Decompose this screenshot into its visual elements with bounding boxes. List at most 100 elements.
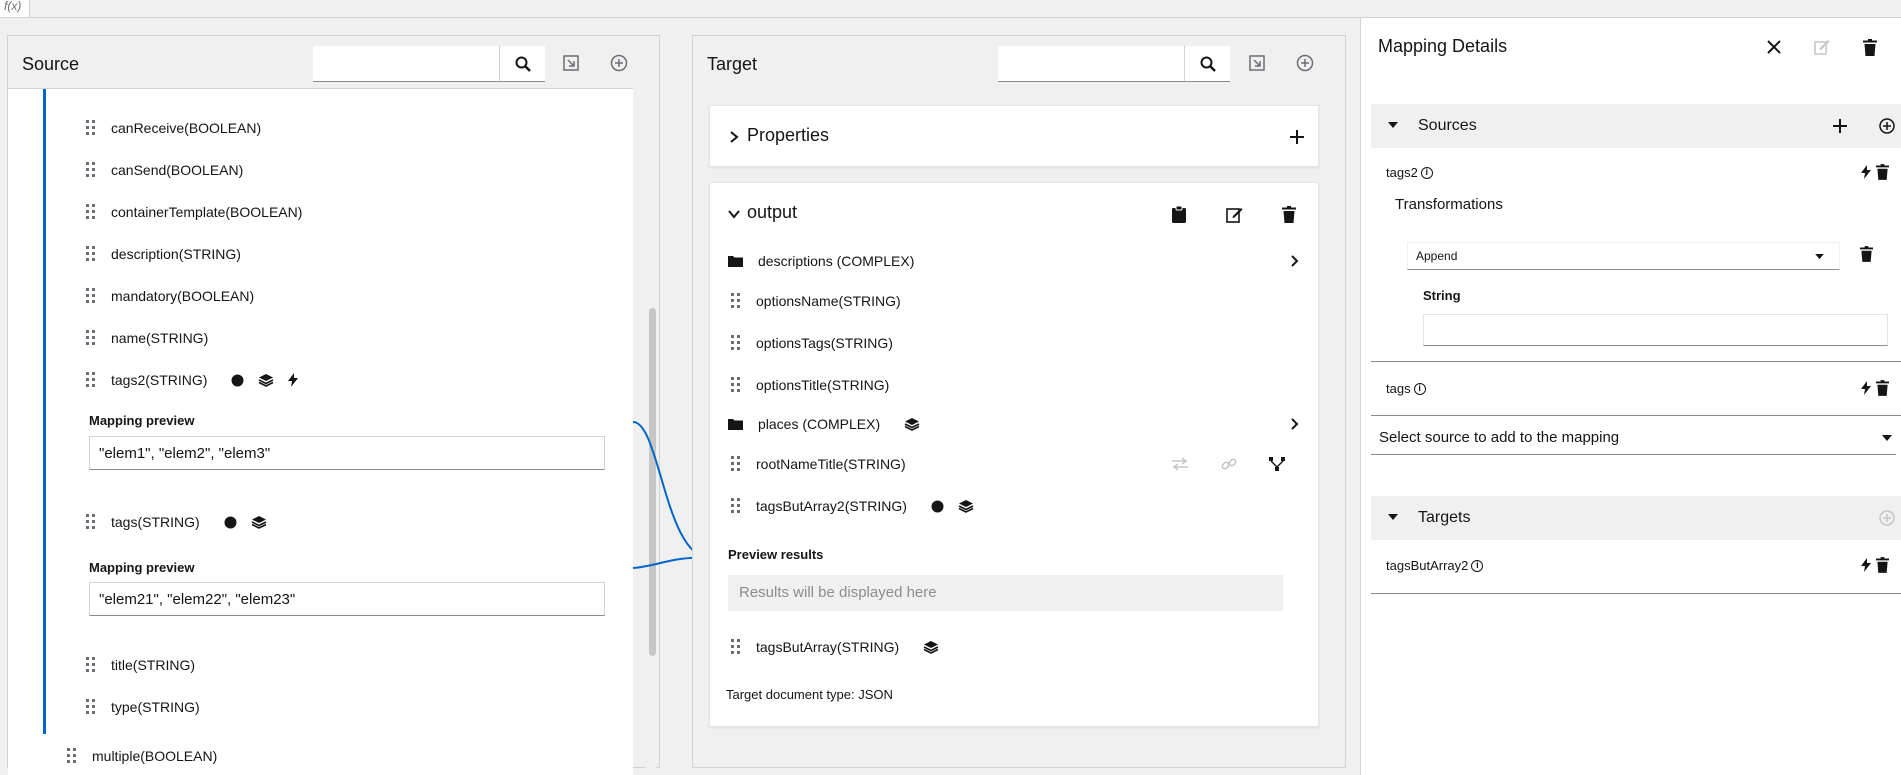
folder-icon	[728, 416, 744, 432]
source-name: tags2 i	[1386, 165, 1433, 180]
output-card: output descriptions (COMPLEX) optionsNam…	[709, 182, 1319, 727]
drag-handle-icon[interactable]	[728, 335, 744, 351]
source-name-label: tags2	[1386, 165, 1418, 180]
target-field[interactable]: optionsName(STRING)	[728, 289, 901, 313]
output-title: output	[747, 202, 798, 222]
target-import-icon[interactable]	[1245, 51, 1269, 75]
add-property-icon[interactable]	[1286, 126, 1308, 148]
lightning-icon[interactable]	[1859, 556, 1873, 574]
chevron-right-icon[interactable]	[1289, 255, 1301, 267]
drag-handle-icon[interactable]	[728, 639, 744, 655]
source-name-label: tags	[1386, 381, 1411, 396]
target-panel: Target Properties output descriptions (C…	[692, 35, 1346, 768]
drag-handle-icon[interactable]	[728, 498, 744, 514]
details-title: Mapping Details	[1378, 36, 1508, 56]
caret-down-icon[interactable]	[1388, 122, 1398, 129]
target-field[interactable]: optionsTags(STRING)	[728, 331, 893, 355]
field-label: descriptions (COMPLEX)	[758, 253, 915, 269]
mapping-details-panel: Mapping Details Sources tags2 i Transfor…	[1360, 18, 1901, 775]
lightning-icon[interactable]	[1859, 163, 1873, 181]
mapping-canvas: Source canReceive(BOOLEAN) canSend(BOOLE…	[0, 18, 1360, 775]
top-strip: f(x)	[0, 0, 1901, 18]
trash-icon[interactable]	[1278, 203, 1300, 225]
targets-title: Targets	[1418, 509, 1471, 526]
target-field-descriptions[interactable]: descriptions (COMPLEX)	[728, 249, 914, 273]
chevron-down-icon[interactable]	[727, 207, 741, 221]
transformation-select[interactable]: Append	[1407, 242, 1840, 270]
target-header: Target	[693, 36, 1345, 88]
info-icon[interactable]: i	[1471, 559, 1484, 572]
drag-handle-icon[interactable]	[728, 456, 744, 472]
info-icon[interactable]: i	[1420, 166, 1433, 179]
transformation-value: Append	[1416, 249, 1458, 263]
layers-icon	[923, 640, 939, 654]
source-mapping-tags: tags i	[1371, 362, 1901, 416]
caret-down-icon	[1815, 254, 1824, 260]
drag-handle-icon[interactable]	[728, 377, 744, 393]
target-add-icon[interactable]	[1293, 51, 1317, 75]
mapping-tree-icon[interactable]	[1266, 454, 1288, 474]
preview-results-box: Results will be displayed here	[728, 575, 1283, 611]
string-param-label: String	[1423, 288, 1461, 303]
sources-title: Sources	[1418, 117, 1477, 134]
drag-handle-icon[interactable]	[728, 293, 744, 309]
chevron-right-icon[interactable]	[1289, 418, 1301, 430]
source-mapping-tags2: tags2 i Transformations Append String	[1371, 148, 1901, 362]
edit-icon[interactable]	[1223, 203, 1245, 225]
transformations-label: Transformations	[1395, 196, 1503, 213]
properties-title: Properties	[747, 125, 830, 145]
target-mapping-tagsButArray2: tagsButArray2 i	[1371, 540, 1901, 594]
fx-tab[interactable]: f(x)	[0, 0, 31, 17]
add-source-icon[interactable]	[1829, 115, 1851, 137]
target-search	[998, 46, 1230, 82]
delete-mapping-icon[interactable]	[1857, 34, 1883, 60]
target-field-rootNameTitle[interactable]: rootNameTitle(STRING)	[728, 452, 906, 476]
target-field-places[interactable]: places (COMPLEX)	[728, 412, 920, 436]
swap-icon[interactable]	[1169, 454, 1191, 474]
target-search-button[interactable]	[1184, 46, 1230, 81]
layers-icon	[958, 499, 974, 513]
add-circle-icon[interactable]	[1876, 507, 1898, 529]
field-label: tagsButArray2(STRING)	[756, 498, 907, 514]
field-label: rootNameTitle(STRING)	[756, 456, 906, 472]
field-label: places (COMPLEX)	[758, 416, 881, 432]
caret-down-icon	[1882, 435, 1892, 441]
layers-icon	[904, 417, 920, 431]
chevron-right-icon[interactable]	[727, 130, 741, 144]
caret-down-icon[interactable]	[1388, 514, 1398, 521]
target-search-input[interactable]	[998, 46, 1184, 81]
field-label: tagsButArray(STRING)	[756, 639, 900, 655]
mapping-lines	[632, 421, 711, 569]
source-name: tags i	[1386, 381, 1426, 396]
link-icon[interactable]	[1218, 454, 1240, 474]
close-icon[interactable]	[1761, 34, 1787, 60]
search-icon	[1200, 56, 1216, 72]
target-doc-type: Target document type: JSON	[726, 687, 893, 702]
properties-card[interactable]: Properties	[709, 105, 1319, 167]
target-field[interactable]: optionsTitle(STRING)	[728, 373, 889, 397]
mapped-dot-icon	[931, 500, 944, 513]
info-icon[interactable]: i	[1413, 382, 1426, 395]
target-field-tagsButArray2[interactable]: tagsButArray2(STRING)	[728, 494, 974, 518]
sources-section-header[interactable]: Sources	[1371, 104, 1901, 148]
trash-icon[interactable]	[1874, 379, 1890, 397]
field-label: optionsName(STRING)	[756, 293, 901, 309]
lightning-icon[interactable]	[1859, 379, 1873, 397]
targets-section-header[interactable]: Targets	[1371, 496, 1901, 540]
folder-icon	[728, 253, 744, 269]
field-label: optionsTags(STRING)	[756, 335, 893, 351]
clipboard-icon[interactable]	[1168, 203, 1190, 225]
add-circle-icon[interactable]	[1876, 115, 1898, 137]
target-name-label: tagsButArray2	[1386, 558, 1469, 573]
preview-results-label: Preview results	[728, 547, 824, 562]
target-field-tagsButArray[interactable]: tagsButArray(STRING)	[728, 635, 939, 659]
select-source-placeholder: Select source to add to the mapping	[1379, 429, 1620, 446]
edit-icon[interactable]	[1809, 34, 1835, 60]
string-param-input[interactable]	[1423, 314, 1888, 346]
target-title: Target	[707, 54, 758, 74]
field-label: optionsTitle(STRING)	[756, 377, 890, 393]
trash-icon[interactable]	[1874, 556, 1890, 574]
select-source-dropdown[interactable]: Select source to add to the mapping	[1371, 422, 1896, 455]
trash-icon[interactable]	[1874, 163, 1890, 181]
trash-icon[interactable]	[1857, 244, 1875, 264]
